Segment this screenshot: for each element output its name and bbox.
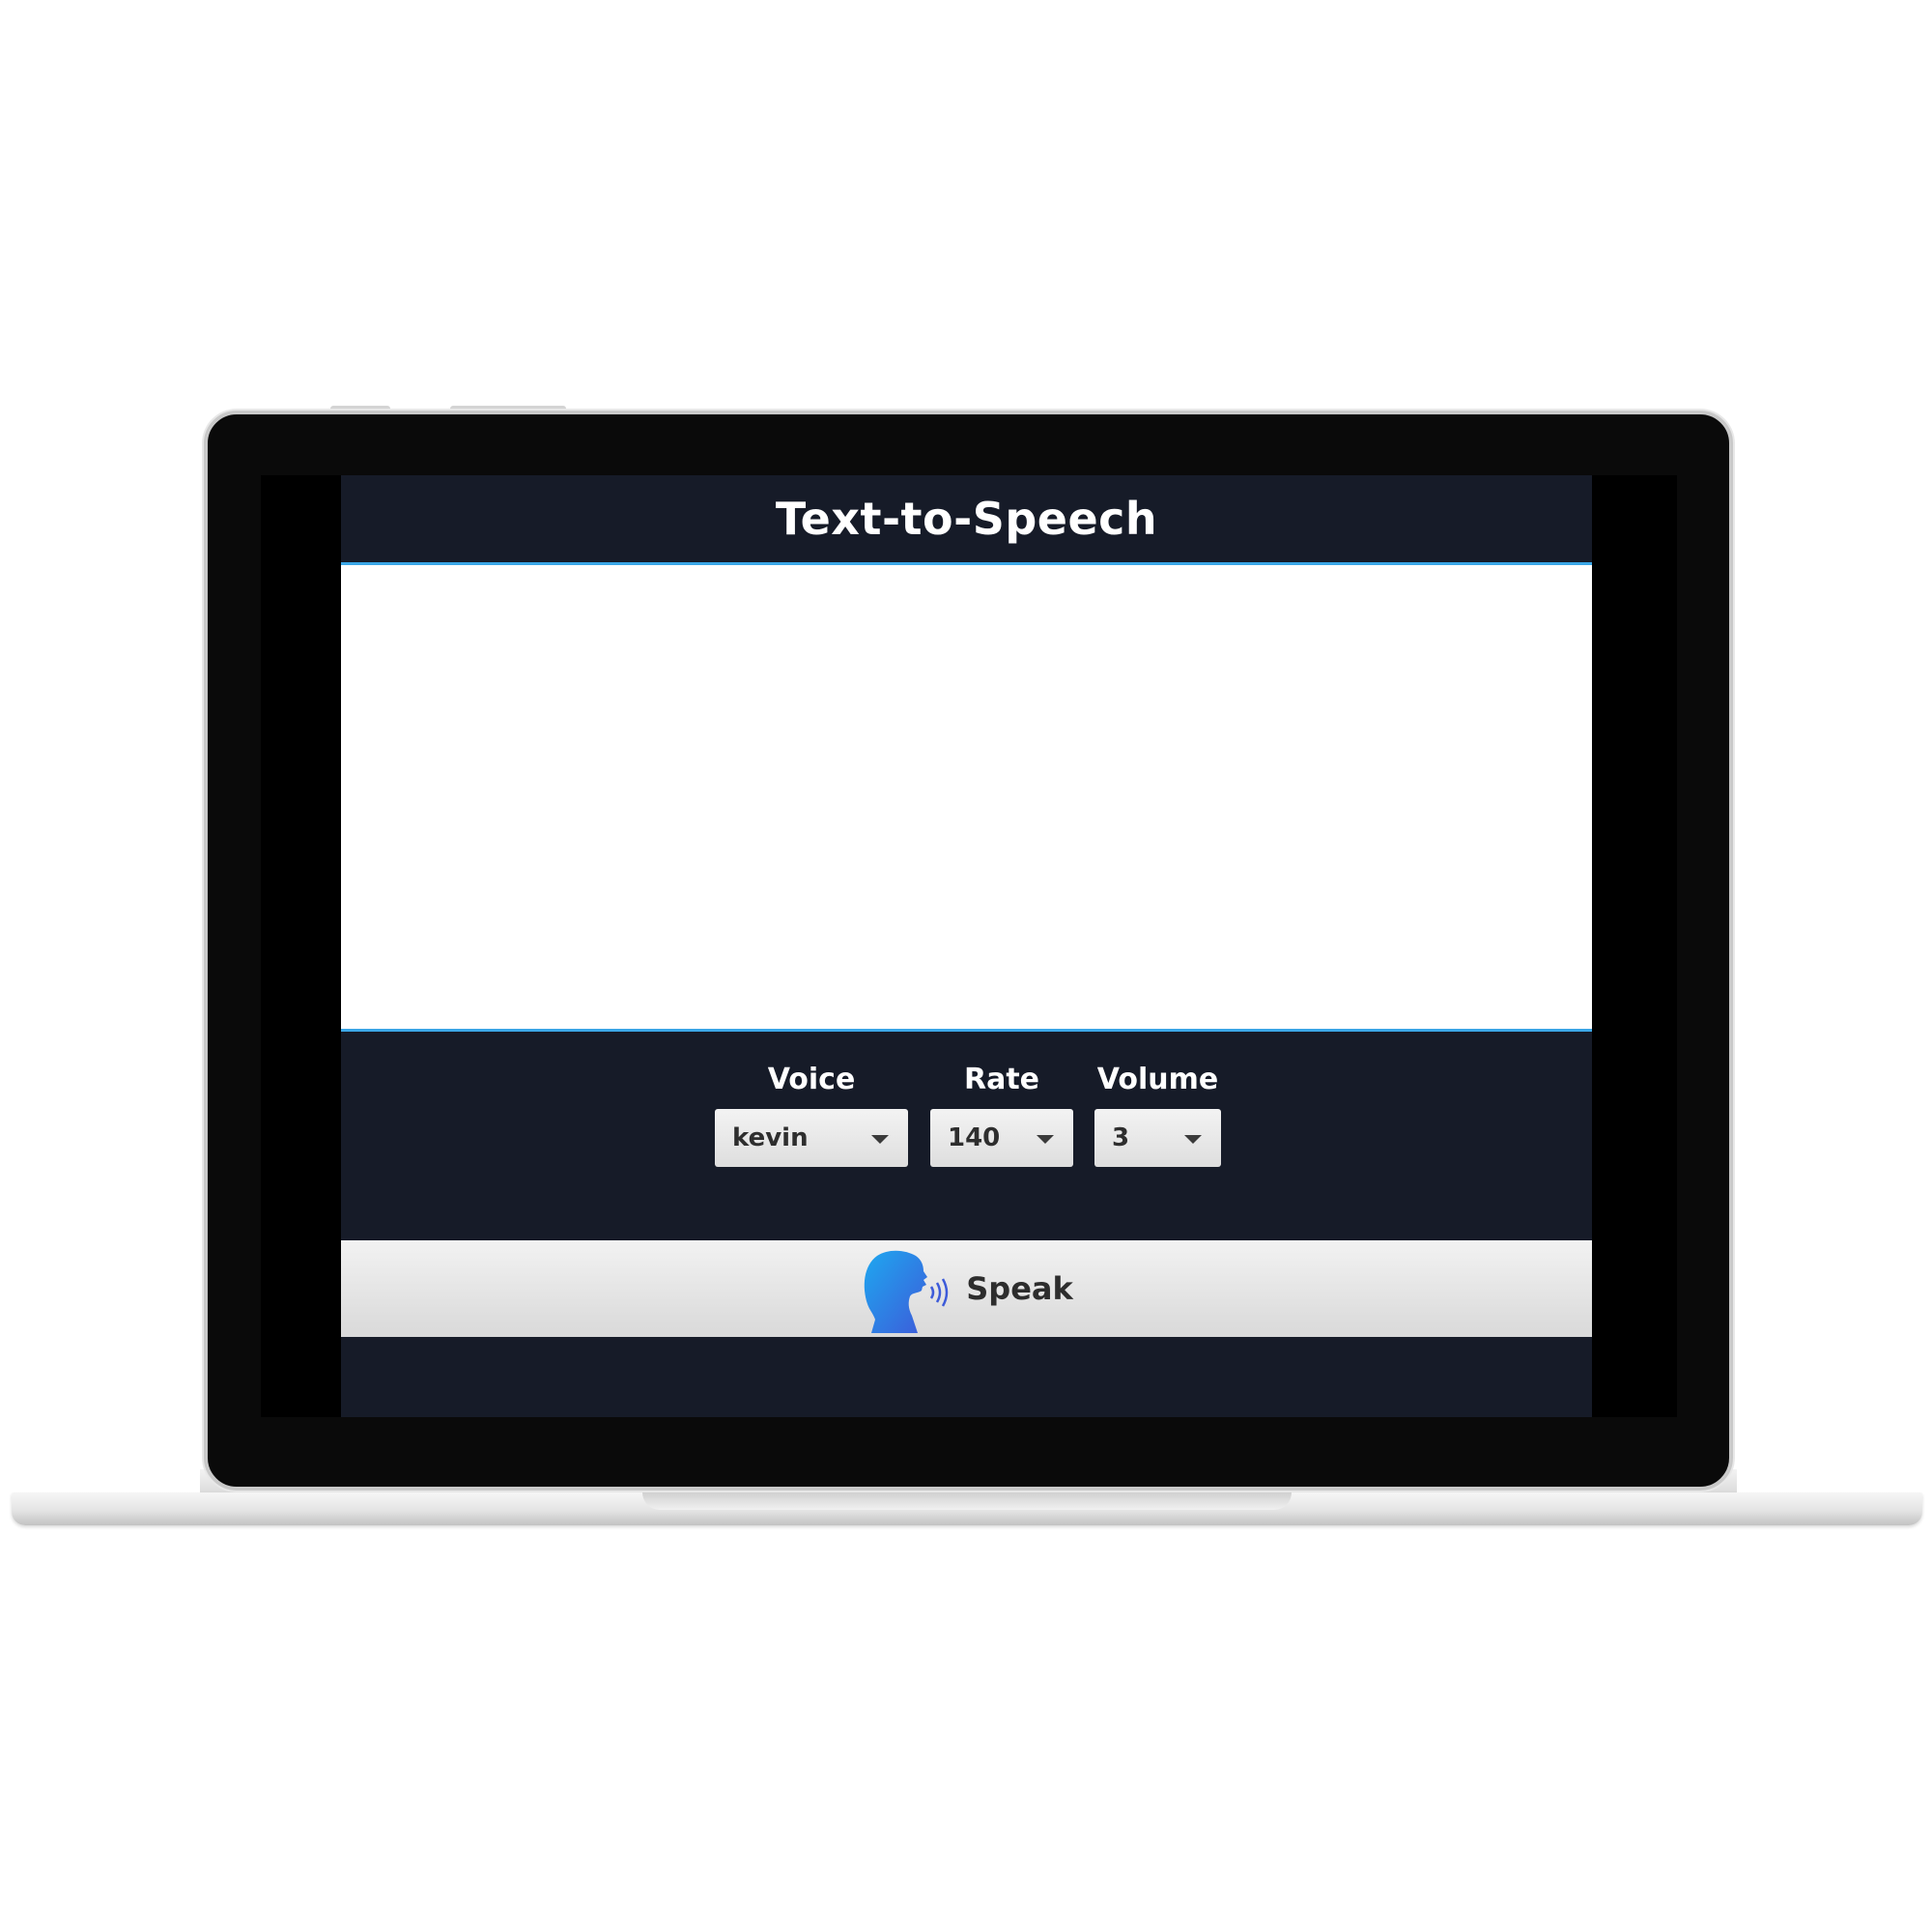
stage: Text-to-Speech Voice kevin Rate 140 Volu… — [0, 0, 1932, 1932]
volume-dropdown[interactable]: 3 — [1094, 1109, 1221, 1167]
rate-value: 140 — [948, 1123, 1001, 1152]
controls-row: Voice kevin Rate 140 Volume 3 — [341, 1061, 1592, 1167]
voice-dropdown[interactable]: kevin — [715, 1109, 908, 1167]
app-title: Text-to-Speech — [775, 493, 1158, 545]
chevron-down-icon — [871, 1135, 889, 1144]
speaking-head-icon — [865, 1250, 949, 1333]
volume-label: Volume — [1096, 1063, 1219, 1096]
volume-value: 3 — [1112, 1123, 1130, 1152]
tts-app-window: Text-to-Speech Voice kevin Rate 140 Volu… — [341, 475, 1592, 1417]
speak-button-label: Speak — [966, 1270, 1073, 1307]
chevron-down-icon — [1184, 1135, 1202, 1144]
voice-label: Voice — [767, 1063, 856, 1096]
rate-label: Rate — [963, 1063, 1040, 1096]
app-header: Text-to-Speech — [341, 475, 1592, 562]
laptop-notch — [642, 1492, 1292, 1510]
rate-dropdown[interactable]: 140 — [930, 1109, 1073, 1167]
text-input-area[interactable] — [341, 562, 1592, 1032]
voice-value: kevin — [732, 1123, 809, 1152]
chevron-down-icon — [1037, 1135, 1054, 1144]
speak-button[interactable]: Speak — [341, 1240, 1592, 1337]
